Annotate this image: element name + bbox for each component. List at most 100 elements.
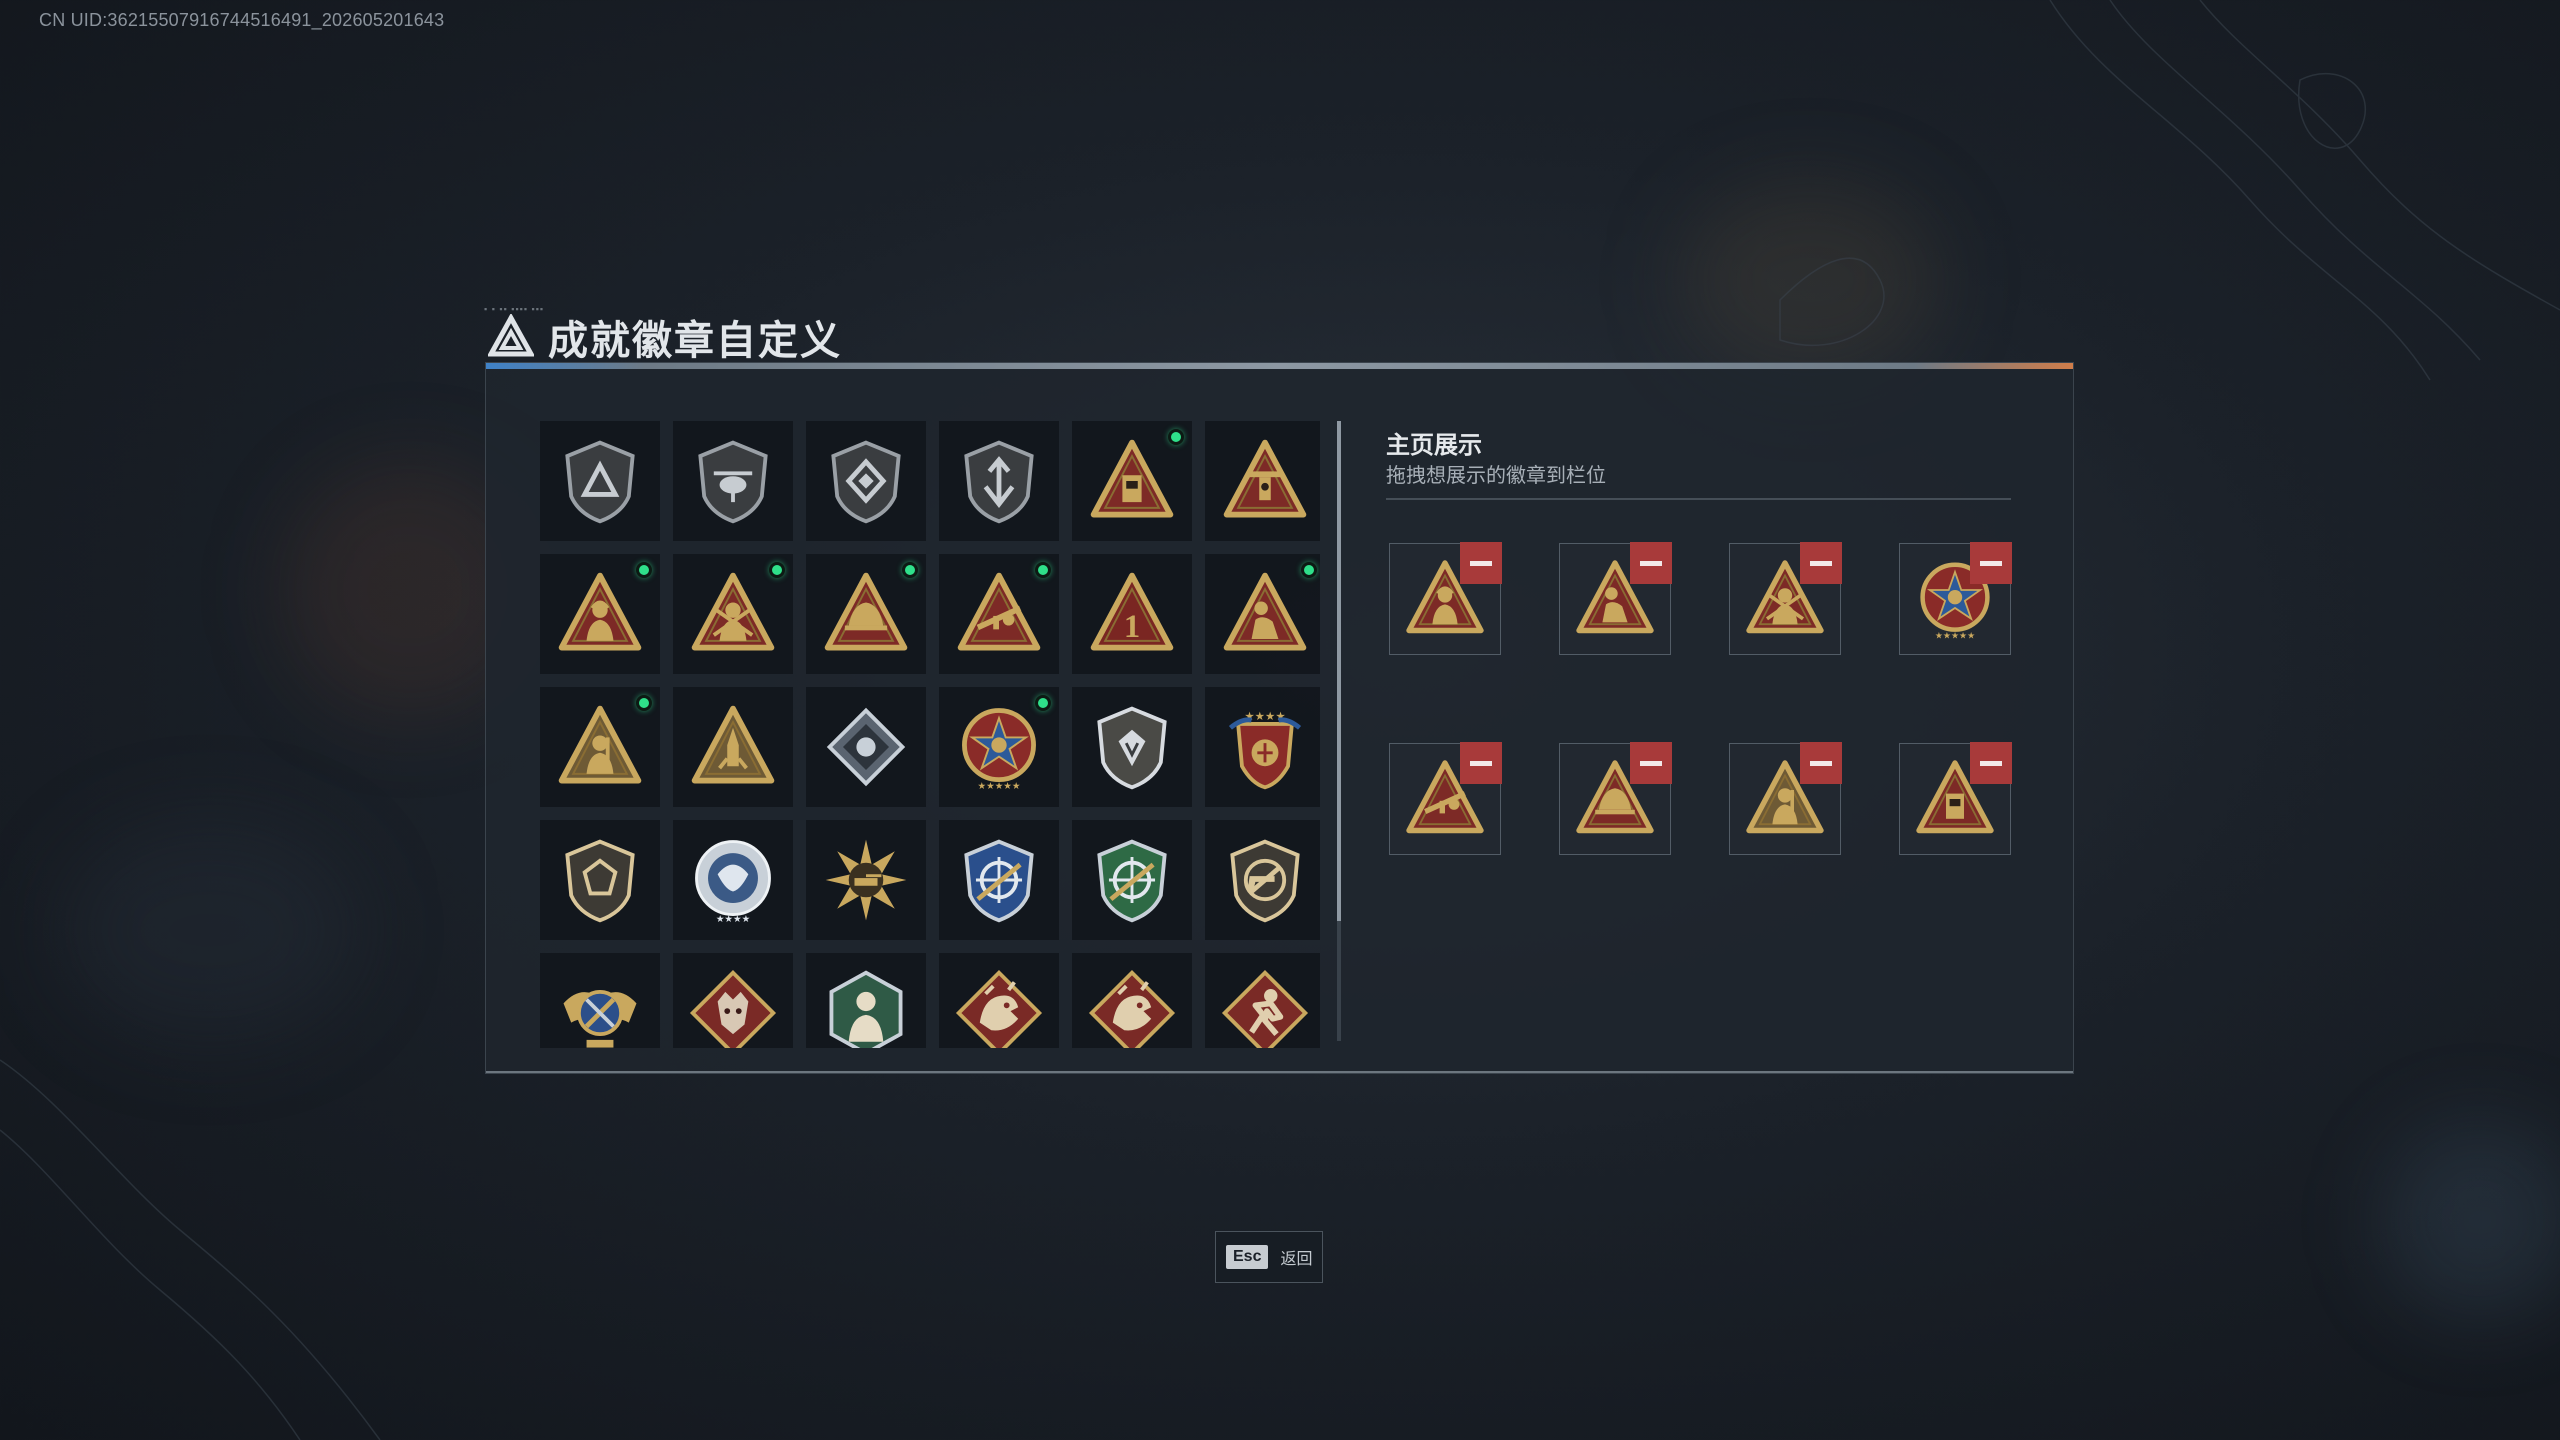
badge-slot[interactable]: ★★★★	[1205, 687, 1320, 807]
badge-slot[interactable]	[939, 554, 1059, 674]
badge-slot[interactable]	[1072, 953, 1192, 1048]
triangle-trooper-badge-icon	[552, 699, 648, 795]
shield-stars-badge-icon: ★★★★	[1217, 699, 1313, 795]
badge-inventory-grid: 1 ★★★★★ ★★★★ ★★★★	[540, 421, 1320, 1048]
blue-crosshair-badge-icon	[951, 832, 1047, 928]
shield-diamond-badge-icon	[818, 433, 914, 529]
player-uid: CN UID:3621550791674451649​1_20260520164…	[39, 10, 445, 30]
minus-icon	[1640, 560, 1662, 566]
badge-slot[interactable]	[1205, 421, 1320, 541]
badge-slot[interactable]	[806, 953, 926, 1048]
badge-slot[interactable]	[540, 953, 660, 1048]
shield-emblem-badge-icon	[1084, 699, 1180, 795]
remove-badge-button[interactable]	[1970, 742, 2012, 784]
badge-slot[interactable]	[540, 554, 660, 674]
delta-logo-icon	[488, 314, 534, 360]
badge-slot[interactable]: ★★★★	[673, 820, 793, 940]
badge-slot[interactable]	[1205, 820, 1320, 940]
badge-slot[interactable]	[540, 820, 660, 940]
shield-arrow-badge-icon	[951, 433, 1047, 529]
green-crosshair-badge-icon	[1084, 832, 1180, 928]
showcase-slot[interactable]	[1899, 742, 2012, 855]
red-dragon-badge-icon	[1084, 965, 1180, 1048]
badge-slot[interactable]	[1205, 554, 1320, 674]
badge-slot[interactable]	[939, 421, 1059, 541]
showcase-slot[interactable]	[1389, 742, 1502, 855]
badge-slot[interactable]	[1072, 820, 1192, 940]
badge-slot[interactable]	[673, 953, 793, 1048]
scrollbar-thumb[interactable]	[1337, 421, 1341, 921]
showcase-slots: ★★★★★	[1389, 542, 2029, 863]
svg-text:★★★★★: ★★★★★	[978, 781, 1021, 792]
new-indicator-dot	[1035, 695, 1051, 711]
new-indicator-dot	[636, 562, 652, 578]
triangle-rocket-badge-icon	[685, 699, 781, 795]
badge-slot[interactable]	[1205, 953, 1320, 1048]
panel-accent-bar	[486, 363, 2073, 369]
remove-badge-button[interactable]	[1460, 742, 1502, 784]
panel-bottom-border	[486, 1071, 2073, 1073]
remove-badge-button[interactable]	[1630, 742, 1672, 784]
badge-slot[interactable]	[673, 421, 793, 541]
minus-icon	[1470, 760, 1492, 766]
badge-slot[interactable]	[939, 820, 1059, 940]
showcase-slot[interactable]	[1389, 542, 1502, 655]
badge-slot[interactable]	[673, 554, 793, 674]
minus-icon	[1980, 560, 2002, 566]
badge-slot[interactable]: 1	[1072, 554, 1192, 674]
triangle-rifle-badge-icon	[951, 566, 1047, 662]
red-runner-badge-icon	[1217, 965, 1313, 1048]
triangle-soldier-badge-icon	[685, 566, 781, 662]
remove-badge-button[interactable]	[1800, 742, 1842, 784]
minus-icon	[1470, 560, 1492, 566]
minus-icon	[1810, 560, 1832, 566]
panel-header: 成就徽章自定义	[488, 308, 842, 366]
badge-slot[interactable]	[939, 953, 1059, 1048]
badge-slot[interactable]	[1072, 421, 1192, 541]
showcase-slot[interactable]: ★★★★★	[1899, 542, 2012, 655]
remove-badge-button[interactable]	[1460, 542, 1502, 584]
svg-text:1: 1	[1124, 609, 1140, 645]
triangle-helmet-badge-icon	[818, 566, 914, 662]
badge-slot[interactable]	[540, 687, 660, 807]
triangle-number-one-badge-icon: 1	[1084, 566, 1180, 662]
badge-grid-scrollbar[interactable]	[1337, 421, 1341, 1041]
showcase-slot[interactable]	[1559, 542, 1672, 655]
triangle-kneeling-badge-icon	[1217, 566, 1313, 662]
star-medal-badge-icon: ★★★★★	[951, 699, 1047, 795]
remove-badge-button[interactable]	[1800, 542, 1842, 584]
minus-icon	[1980, 760, 2002, 766]
badge-slot[interactable]	[806, 820, 926, 940]
red-dragon-badge-icon	[951, 965, 1047, 1048]
showcase-subtitle: 拖拽想展示的徽章到栏位	[1386, 465, 1606, 487]
sunburst-tank-badge-icon	[818, 832, 914, 928]
shield-plain-badge-icon	[552, 832, 648, 928]
badge-slot[interactable]: ★★★★★	[939, 687, 1059, 807]
page-title: 成就徽章自定义	[548, 319, 842, 363]
new-indicator-dot	[902, 562, 918, 578]
badge-slot[interactable]	[806, 687, 926, 807]
showcase-title: 主页展示	[1386, 432, 1482, 459]
shield-helicopter-badge-icon	[685, 433, 781, 529]
svg-text:★★★★: ★★★★	[716, 914, 750, 925]
badge-slot[interactable]	[806, 421, 926, 541]
badge-slot[interactable]	[540, 421, 660, 541]
showcase-slot[interactable]	[1559, 742, 1672, 855]
remove-badge-button[interactable]	[1970, 542, 2012, 584]
triangle-radio-badge-icon	[1084, 433, 1180, 529]
badge-slot[interactable]	[1072, 687, 1192, 807]
round-silver-badge-icon: ★★★★	[685, 832, 781, 928]
minus-icon	[1810, 760, 1832, 766]
showcase-slot[interactable]	[1729, 542, 1842, 655]
back-button[interactable]: Esc 返回	[1215, 1231, 1324, 1283]
divider	[1386, 498, 2011, 500]
new-indicator-dot	[1301, 562, 1317, 578]
back-label: 返回	[1280, 1251, 1313, 1268]
remove-badge-button[interactable]	[1630, 542, 1672, 584]
triangle-tower-badge-icon	[1217, 433, 1313, 529]
showcase-slot[interactable]	[1729, 742, 1842, 855]
badge-slot[interactable]	[806, 554, 926, 674]
diamond-silver-badge-icon	[818, 699, 914, 795]
badge-slot[interactable]	[673, 687, 793, 807]
svg-text:★★★★★: ★★★★★	[1935, 632, 1975, 642]
